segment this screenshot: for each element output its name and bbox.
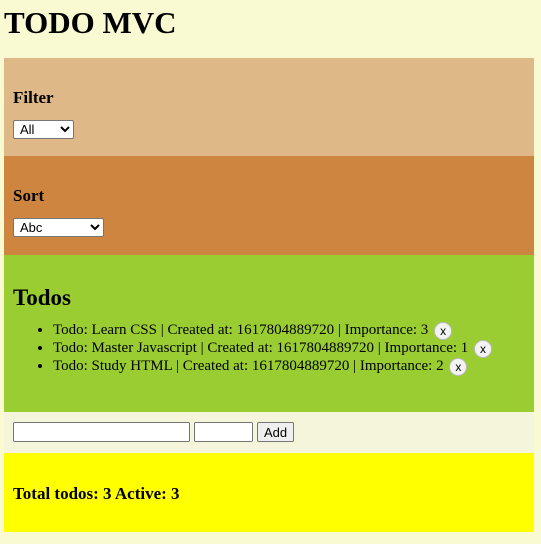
sort-select[interactable]: Abc xyxy=(13,218,104,237)
sort-heading: Sort xyxy=(13,186,45,205)
todo-item-text: Todo: Study HTML | Created at: 161780488… xyxy=(53,358,444,374)
todo-text-input[interactable] xyxy=(13,422,190,442)
todos-section: Todos Todo: Learn CSS | Created at: 1617… xyxy=(4,255,534,412)
filter-select[interactable]: All xyxy=(13,120,74,139)
todo-item-text: Todo: Learn CSS | Created at: 1617804889… xyxy=(53,322,429,338)
add-todo-form: Add xyxy=(4,412,534,453)
remove-todo-button[interactable]: x xyxy=(449,357,468,376)
totals-text: Total todos: 3 Active: 3 xyxy=(13,484,180,503)
importance-input[interactable] xyxy=(194,422,253,442)
sort-section: Sort Abc xyxy=(4,156,534,255)
filter-heading: Filter xyxy=(13,88,54,107)
todo-item: Todo: Study HTML | Created at: 161780488… xyxy=(53,357,534,376)
page-title: TODO MVC xyxy=(4,5,177,40)
todos-heading: Todos xyxy=(13,285,71,310)
remove-todo-button[interactable]: x xyxy=(474,339,493,358)
todo-item: Todo: Master Javascript | Created at: 16… xyxy=(53,339,534,358)
todo-list: Todo: Learn CSS | Created at: 1617804889… xyxy=(13,321,534,376)
todo-item-text: Todo: Master Javascript | Created at: 16… xyxy=(53,340,469,356)
add-todo-button[interactable]: Add xyxy=(257,422,295,442)
todo-item: Todo: Learn CSS | Created at: 1617804889… xyxy=(53,321,534,340)
filter-section: Filter All xyxy=(4,58,534,156)
remove-todo-button[interactable]: x xyxy=(434,321,453,340)
totals-section: Total todos: 3 Active: 3 xyxy=(4,453,534,532)
